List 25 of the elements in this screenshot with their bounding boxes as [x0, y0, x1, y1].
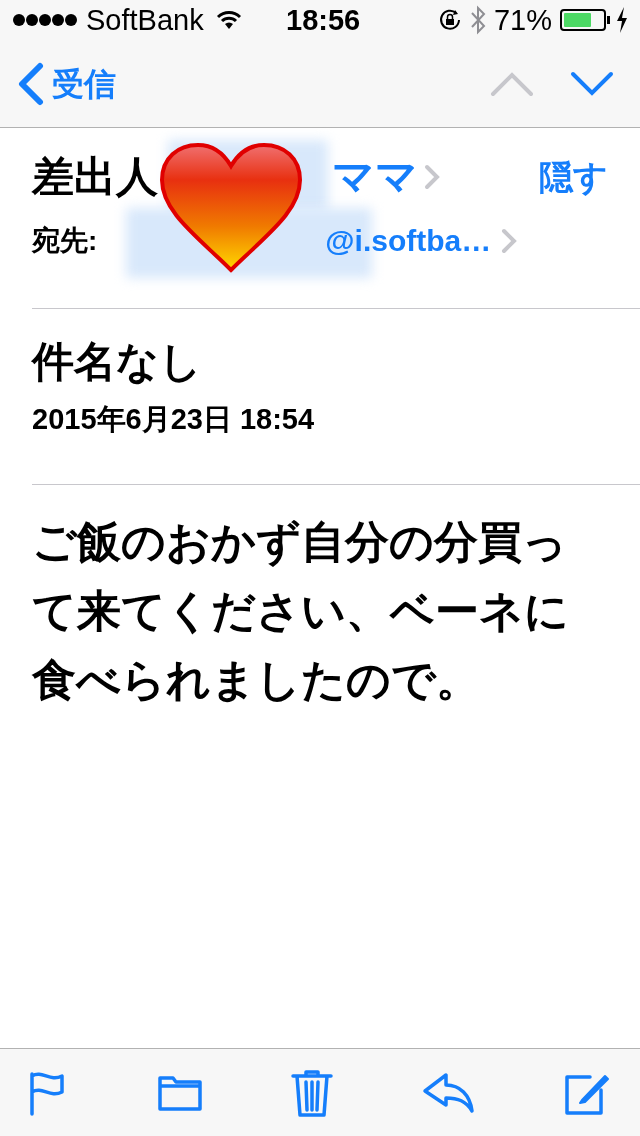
bluetooth-icon [469, 5, 486, 35]
from-label: 差出人 [32, 156, 158, 198]
hide-button[interactable]: 隠す [539, 160, 608, 194]
sender-name[interactable]: ママ [332, 156, 418, 198]
rotation-lock-icon [437, 8, 462, 32]
wifi-icon [215, 10, 242, 30]
subject-text: 件名なし [32, 341, 202, 383]
battery-percent: 71% [493, 5, 552, 35]
clock-time: 18:56 [286, 6, 361, 35]
message-body: ご飯のおかず自分の分買って来てください、ベーネに食べられましたので。 [32, 516, 570, 706]
carrier-name: SoftBank [86, 5, 204, 35]
heart-icon [158, 142, 304, 274]
recipient-address[interactable]: @i.softba… [325, 226, 492, 256]
back-button[interactable]: 受信 [16, 61, 116, 106]
chevron-icon [501, 228, 518, 254]
back-chevron-icon [16, 61, 44, 106]
folder-button[interactable] [156, 1073, 203, 1112]
trash-button[interactable] [291, 1067, 333, 1118]
signal-icon [12, 13, 78, 27]
date-text: 2015年6月23日 18:54 [32, 405, 315, 434]
to-label: 宛先: [32, 227, 98, 255]
next-message-button[interactable] [570, 70, 614, 97]
charging-icon [616, 7, 628, 33]
reply-button[interactable] [421, 1070, 476, 1115]
chevron-icon [424, 164, 440, 190]
